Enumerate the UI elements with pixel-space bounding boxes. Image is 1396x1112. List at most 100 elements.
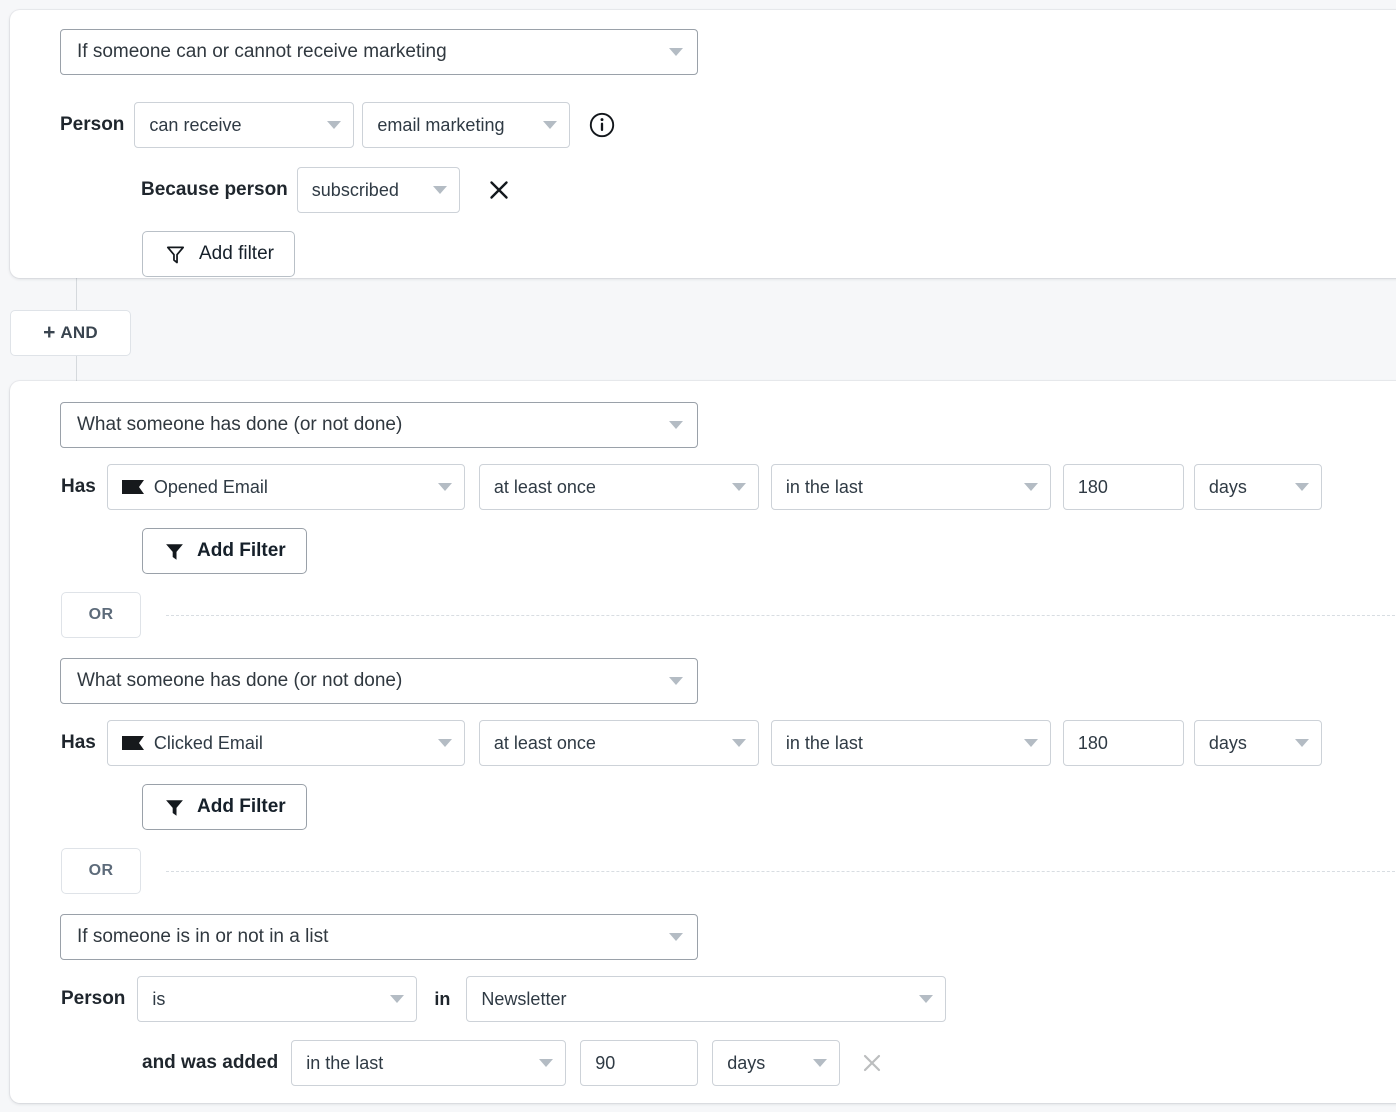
in-label-c: in: [434, 989, 450, 1010]
amount-value-a: 180: [1078, 477, 1171, 498]
timeframe-select-b[interactable]: in the last: [771, 720, 1051, 766]
metric-value-a: Opened Email: [154, 477, 428, 498]
or-label-2: OR: [89, 862, 114, 880]
amount-input-a[interactable]: 180: [1063, 464, 1184, 510]
unit-select-a[interactable]: days: [1194, 464, 1322, 510]
funnel-icon: [163, 540, 185, 562]
chevron-down-icon: [327, 121, 341, 129]
chevron-down-icon: [438, 739, 452, 747]
list-select-c[interactable]: Newsletter: [466, 976, 946, 1022]
close-icon[interactable]: [860, 1051, 884, 1075]
amount-input-c[interactable]: 90: [580, 1040, 698, 1086]
block-a-type-value: What someone has done (or not done): [77, 414, 669, 436]
funnel-icon: [163, 242, 187, 266]
chevron-down-icon: [669, 48, 683, 56]
chevron-down-icon: [669, 677, 683, 685]
chevron-down-icon: [919, 995, 933, 1003]
person-label-c: Person: [61, 988, 125, 1010]
can-receive-select[interactable]: can receive: [134, 102, 354, 148]
can-receive-value: can receive: [149, 115, 317, 136]
timeframe-value-b: in the last: [786, 733, 1014, 754]
chevron-down-icon: [813, 1059, 827, 1067]
flag-icon: [122, 479, 144, 495]
unit-select-c[interactable]: days: [712, 1040, 840, 1086]
chevron-down-icon: [1295, 483, 1309, 491]
frequency-value-a: at least once: [494, 477, 722, 498]
condition-group-1: If someone can or cannot receive marketi…: [10, 10, 1396, 278]
frequency-value-b: at least once: [494, 733, 722, 754]
reason-select[interactable]: subscribed: [297, 167, 460, 213]
condition-group-2: What someone has done (or not done) Has …: [10, 381, 1396, 1103]
unit-value-b: days: [1209, 733, 1285, 754]
timeframe-select-c[interactable]: in the last: [291, 1040, 566, 1086]
add-filter-button-1[interactable]: Add filter: [142, 231, 295, 277]
or-separator-1: OR: [10, 592, 1396, 638]
block-c-type-select[interactable]: If someone is in or not in a list: [60, 914, 698, 960]
has-label-a: Has: [61, 476, 96, 498]
and-was-added-label: and was added: [142, 1052, 278, 1074]
unit-value-a: days: [1209, 477, 1285, 498]
metric-select-b[interactable]: Clicked Email: [107, 720, 465, 766]
has-label-b: Has: [61, 732, 96, 754]
add-filter-button-b[interactable]: Add Filter: [142, 784, 307, 830]
block-c-type-value: If someone is in or not in a list: [77, 926, 669, 948]
info-icon[interactable]: [589, 112, 615, 138]
chevron-down-icon: [390, 995, 404, 1003]
block-a-type-select[interactable]: What someone has done (or not done): [60, 402, 698, 448]
chevron-down-icon: [732, 483, 746, 491]
metric-select-a[interactable]: Opened Email: [107, 464, 465, 510]
amount-input-b[interactable]: 180: [1063, 720, 1184, 766]
list-value-c: Newsletter: [481, 989, 909, 1010]
chevron-down-icon: [543, 121, 557, 129]
amount-value-c: 90: [595, 1053, 685, 1074]
chevron-down-icon: [669, 421, 683, 429]
timeframe-select-a[interactable]: in the last: [771, 464, 1051, 510]
unit-select-b[interactable]: days: [1194, 720, 1322, 766]
add-filter-button-a[interactable]: Add Filter: [142, 528, 307, 574]
block-b-type-value: What someone has done (or not done): [77, 670, 669, 692]
add-filter-label-b: Add Filter: [197, 796, 286, 818]
reason-value: subscribed: [312, 180, 426, 201]
chevron-down-icon: [1024, 483, 1038, 491]
chevron-down-icon: [669, 933, 683, 941]
chevron-down-icon: [539, 1059, 553, 1067]
chevron-down-icon: [433, 186, 447, 194]
connector-line-bottom: [76, 356, 77, 381]
timeframe-value-a: in the last: [786, 477, 1014, 498]
chevron-down-icon: [1024, 739, 1038, 747]
channel-value: email marketing: [377, 115, 536, 136]
chevron-down-icon: [1295, 739, 1309, 747]
group1-type-select[interactable]: If someone can or cannot receive marketi…: [60, 29, 698, 75]
or-label-1: OR: [89, 606, 114, 624]
or-chip-2[interactable]: OR: [61, 848, 141, 894]
and-label: AND: [60, 323, 97, 343]
unit-value-c: days: [727, 1053, 803, 1074]
timeframe-value-c: in the last: [306, 1053, 529, 1074]
chevron-down-icon: [732, 739, 746, 747]
plus-icon: +: [43, 322, 55, 343]
add-filter-label-1: Add filter: [199, 243, 274, 265]
add-and-condition-button[interactable]: + AND: [10, 310, 131, 356]
because-person-label: Because person: [141, 179, 288, 201]
channel-select[interactable]: email marketing: [362, 102, 570, 148]
or-separator-2: OR: [10, 848, 1396, 894]
add-filter-label-a: Add Filter: [197, 540, 286, 562]
or-divider-2: [166, 871, 1396, 872]
chevron-down-icon: [438, 483, 452, 491]
frequency-select-b[interactable]: at least once: [479, 720, 759, 766]
membership-select-c[interactable]: is: [137, 976, 417, 1022]
metric-value-b: Clicked Email: [154, 733, 428, 754]
segment-builder-canvas: If someone can or cannot receive marketi…: [0, 0, 1396, 1112]
person-label: Person: [60, 114, 124, 136]
frequency-select-a[interactable]: at least once: [479, 464, 759, 510]
membership-value-c: is: [152, 989, 380, 1010]
close-icon[interactable]: [487, 178, 511, 202]
block-b-type-select[interactable]: What someone has done (or not done): [60, 658, 698, 704]
or-divider-1: [166, 615, 1396, 616]
or-chip-1[interactable]: OR: [61, 592, 141, 638]
amount-value-b: 180: [1078, 733, 1171, 754]
flag-icon: [122, 735, 144, 751]
group1-type-value: If someone can or cannot receive marketi…: [77, 41, 669, 63]
funnel-icon: [163, 796, 185, 818]
connector-line-top: [76, 278, 77, 310]
